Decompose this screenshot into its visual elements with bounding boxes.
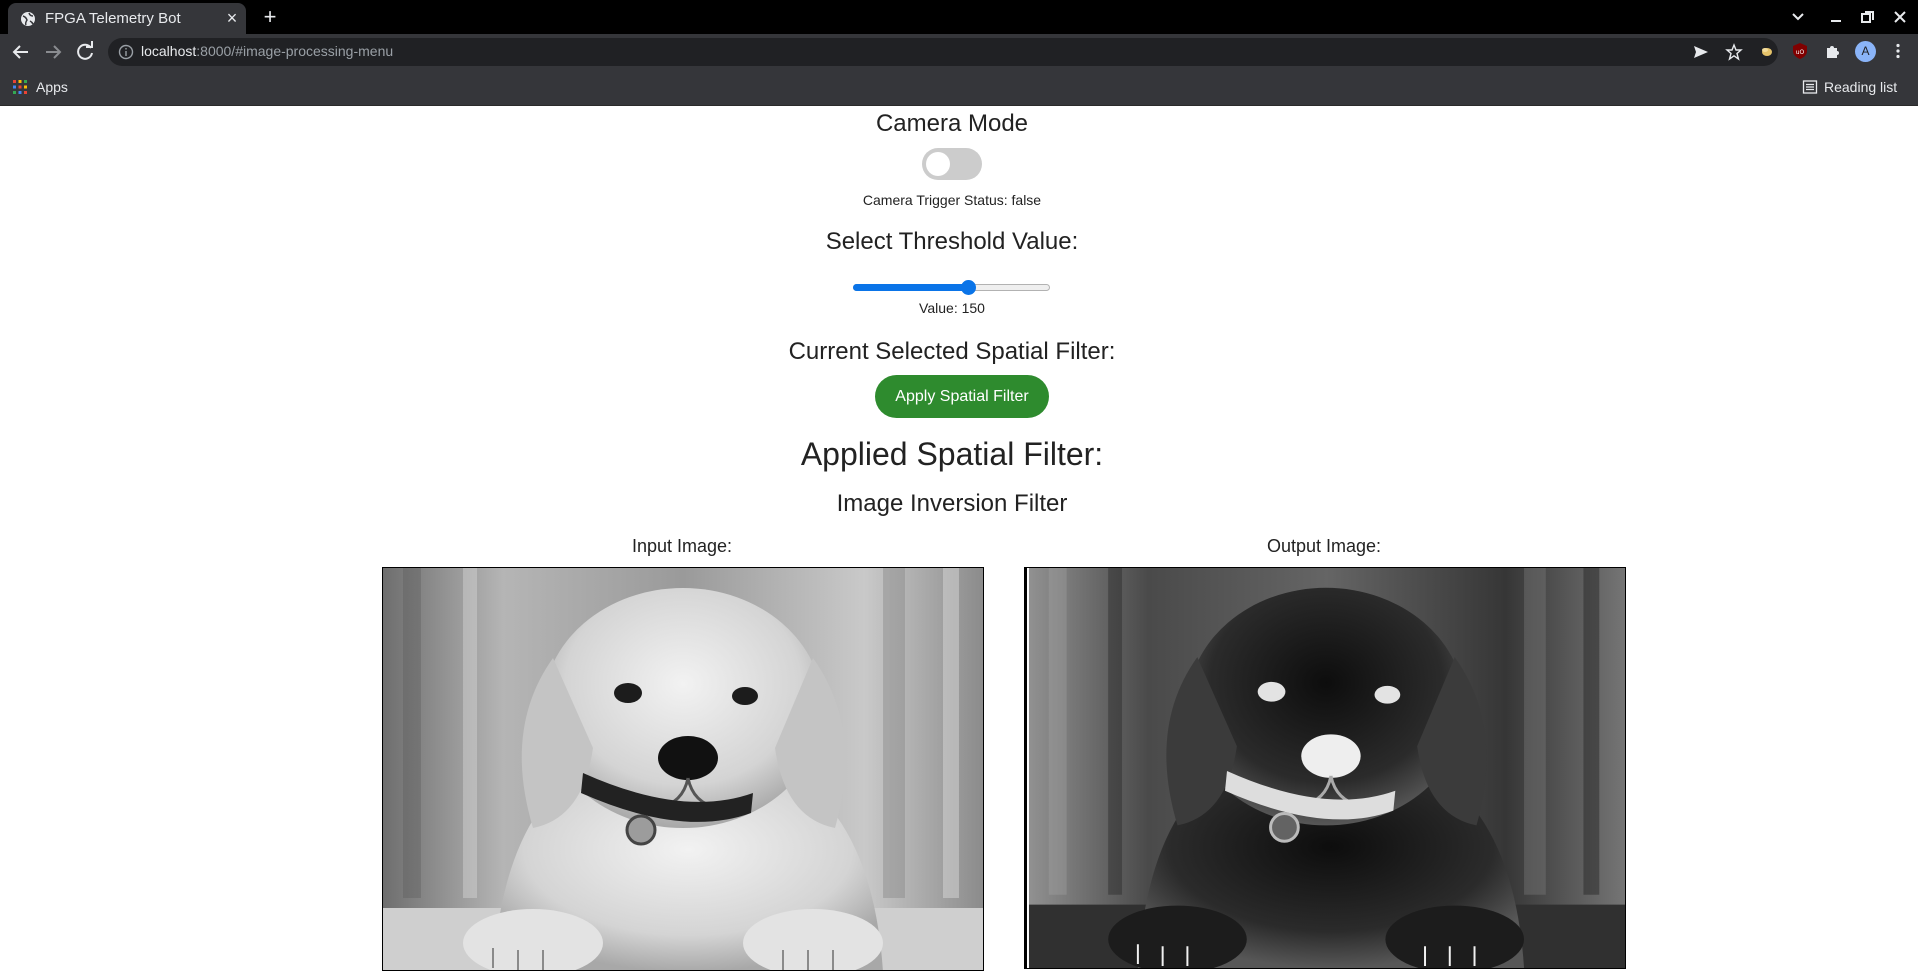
bookmarks-bar: Apps Reading list [0,69,1918,106]
puppy-output-picture [1028,568,1625,968]
forward-arrow-icon[interactable] [40,39,66,65]
url-text[interactable]: localhost:8000/#image-processing-menu [141,43,393,59]
camera-trigger-status: Camera Trigger Status: false [862,192,1042,208]
profile-avatar[interactable]: A [1855,41,1876,62]
tab-title: FPGA Telemetry Bot [45,10,181,27]
input-image [382,567,984,971]
threshold-heading: Select Threshold Value: [825,228,1079,255]
back-arrow-icon[interactable] [8,39,34,65]
send-icon[interactable] [1692,43,1710,61]
current-filter-heading: Current Selected Spatial Filter: [788,338,1116,365]
site-info-icon[interactable] [118,44,134,60]
ublock-icon[interactable]: uO [1791,42,1809,60]
address-bar[interactable]: localhost:8000/#image-processing-menu [108,38,1778,66]
more-menu-icon[interactable] [1889,42,1907,60]
svg-text:uO: uO [1796,49,1805,56]
camera-mode-toggle[interactable] [922,148,982,180]
reload-icon[interactable] [72,39,98,65]
threshold-slider[interactable] [853,280,1050,295]
tab-search-chevron-icon[interactable] [1788,8,1808,26]
apply-spatial-filter-button[interactable]: Apply Spatial Filter [875,375,1049,418]
minimize-icon[interactable] [1826,8,1846,26]
applied-filter-heading: Applied Spatial Filter: [800,436,1104,472]
output-image [1024,567,1626,969]
page-content: Camera Mode Camera Trigger Status: false… [0,106,1918,977]
extensions-puzzle-icon[interactable] [1824,42,1842,60]
globe-icon [21,12,35,26]
browser-tab[interactable]: FPGA Telemetry Bot × [8,3,246,34]
input-image-label: Input Image: [631,536,733,556]
threshold-slider-thumb[interactable] [961,280,976,295]
restore-icon[interactable] [1858,8,1878,26]
apps-label: Apps [36,79,68,95]
extension-hand-icon[interactable] [1758,42,1776,60]
output-image-label: Output Image: [1266,536,1382,556]
close-tab-icon[interactable]: × [222,8,242,28]
camera-mode-heading: Camera Mode [875,110,1029,137]
reading-list-icon [1802,80,1818,94]
toggle-knob [926,152,950,176]
close-window-icon[interactable] [1890,8,1910,26]
threshold-value-label: Value: 150 [919,300,985,316]
threshold-slider-fill [853,284,969,291]
reading-list-label: Reading list [1824,79,1898,95]
bookmark-star-icon[interactable] [1725,43,1743,61]
tab-bar: FPGA Telemetry Bot × + [0,0,1918,34]
new-tab-icon[interactable]: + [258,6,282,30]
apps-grid-icon [13,80,27,94]
puppy-input-picture [383,568,983,970]
applied-filter-name: Image Inversion Filter [836,490,1068,517]
